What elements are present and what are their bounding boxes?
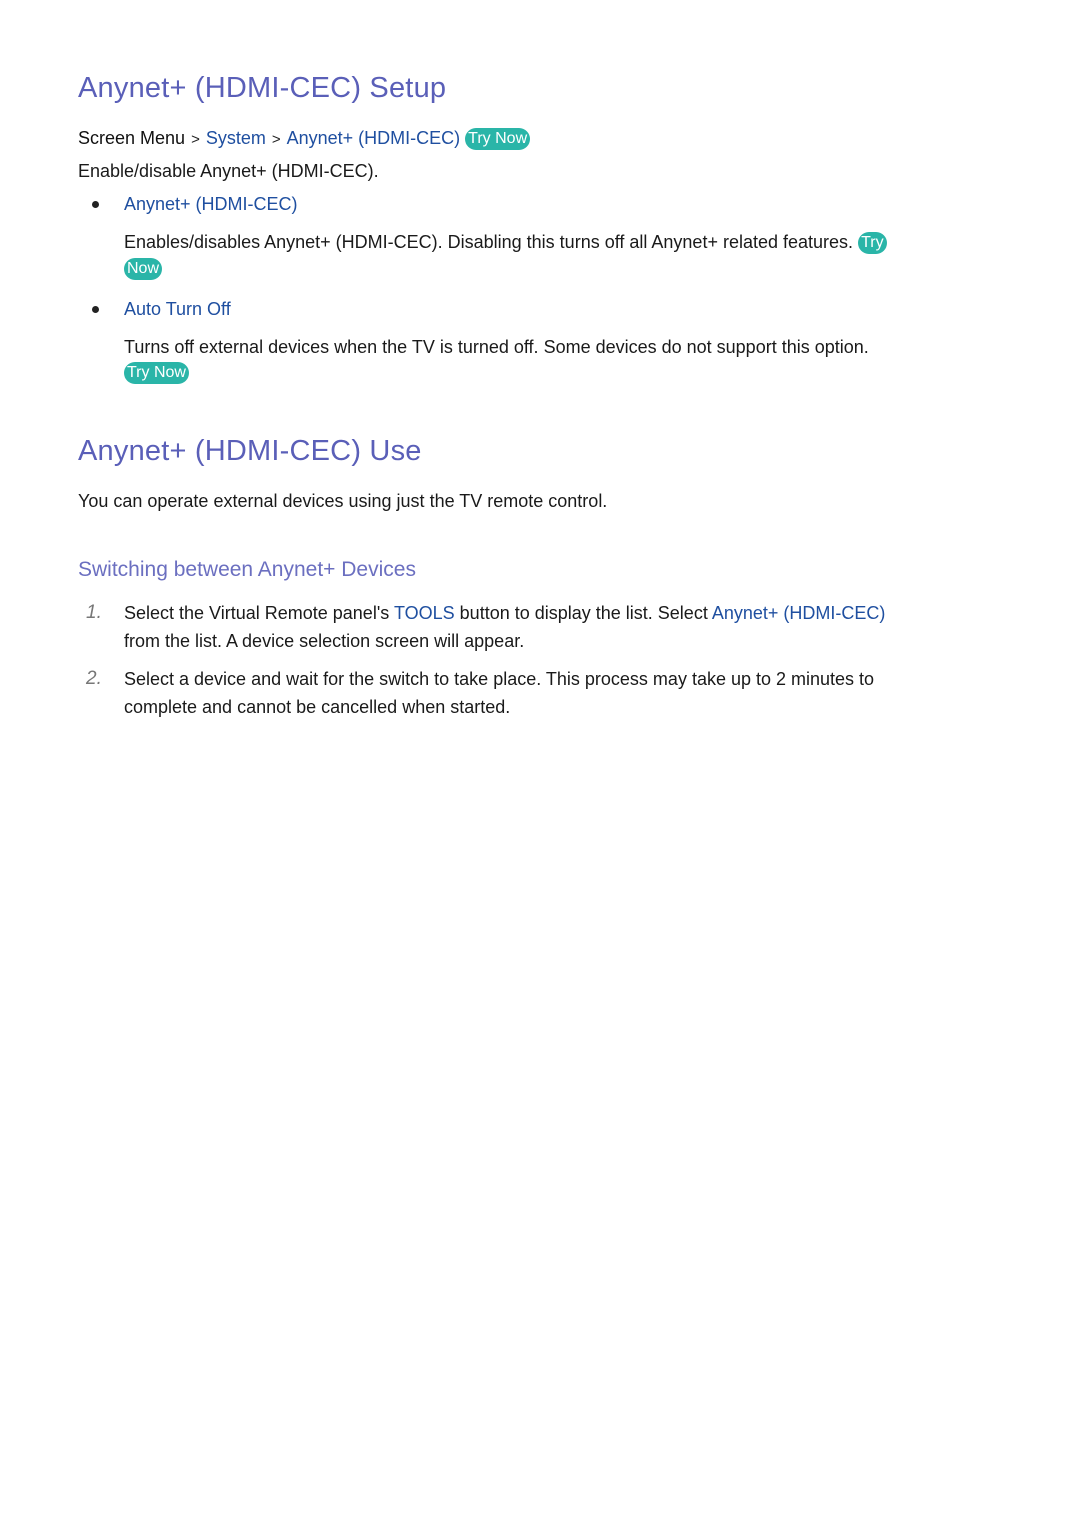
section-title-use: Anynet+ (HDMI-CEC) Use (78, 435, 422, 467)
option-label-anynet: Anynet+ (HDMI-CEC) (124, 194, 298, 214)
try-now-button[interactable]: Now (124, 258, 163, 280)
step-2-line-2: complete and cannot be cancelled when st… (124, 697, 511, 717)
bullet-icon (92, 306, 99, 313)
step-1-line-1: Select the Virtual Remote panel's TOOLS … (124, 599, 885, 627)
step-text: button to display the list. Select (459, 603, 708, 623)
try-now-continuation: Now (124, 254, 163, 282)
section-title-setup: Anynet+ (HDMI-CEC) Setup (78, 72, 447, 104)
section-description: Enable/disable Anynet+ (HDMI-CEC). (78, 161, 379, 181)
step-1-line-2: from the list. A device selection screen… (124, 631, 525, 651)
breadcrumb: Screen Menu > System > Anynet+ (HDMI-CEC) Tr… (78, 124, 531, 154)
subsection-title: Switching between Anynet+ Devices (78, 558, 416, 581)
try-now-button[interactable]: Try Now (465, 128, 531, 150)
section-description: You can operate external devices using j… (78, 491, 608, 511)
step-2-line-1: Select a device and wait for the switch … (124, 669, 875, 689)
step-text: Select the Virtual Remote panel's (124, 603, 390, 623)
tools-keyword: TOOLS (393, 603, 455, 623)
option-description-text: Enables/disables Anynet+ (HDMI-CEC). Dis… (124, 232, 854, 252)
try-now-button[interactable]: Try Now (124, 362, 189, 384)
breadcrumb-root: Screen Menu (78, 128, 186, 148)
step-number: 1. (86, 602, 102, 623)
breadcrumb-separator: > (191, 131, 200, 148)
anynet-keyword: Anynet+ (HDMI-CEC) (711, 603, 886, 623)
try-now-button[interactable]: Try (858, 232, 887, 254)
bullet-icon (92, 201, 99, 208)
breadcrumb-separator: > (271, 131, 281, 148)
breadcrumb-system[interactable]: System (206, 128, 266, 148)
option-label-auto-turn-off: Auto Turn Off (124, 299, 231, 319)
try-now-line: Try Now (124, 358, 189, 386)
breadcrumb-anynet[interactable]: Anynet+ (HDMI-CEC) (287, 128, 461, 148)
option-description-auto-turn-off: Turns off external devices when the TV i… (124, 337, 869, 357)
step-number: 2. (86, 668, 102, 689)
option-description-anynet: Enables/disables Anynet+ (HDMI-CEC). Dis… (124, 228, 887, 256)
